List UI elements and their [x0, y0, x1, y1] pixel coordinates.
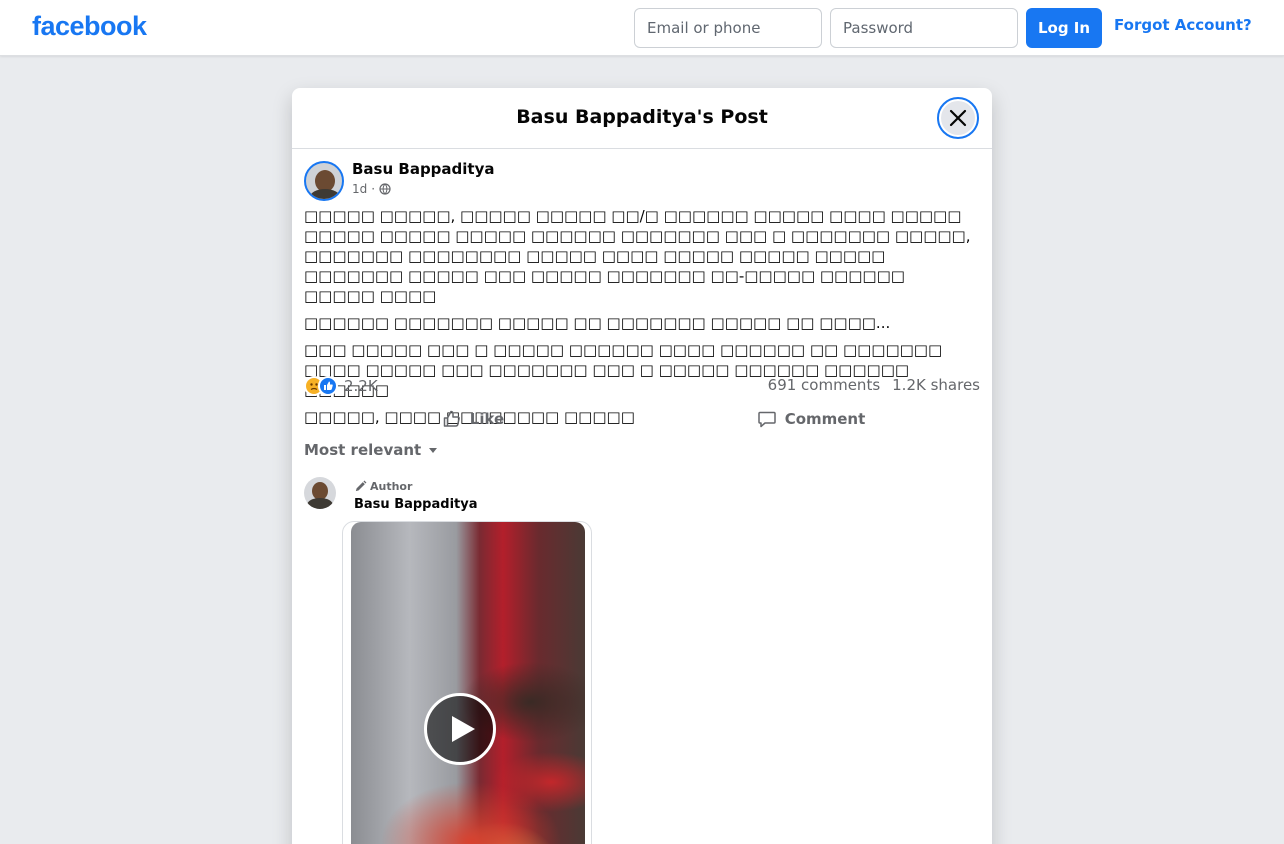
post-stats: 2.2K 691 comments 1.2K shares [304, 374, 980, 398]
reaction-count: 2.2K [344, 377, 378, 395]
comment-label: Comment [784, 410, 866, 428]
play-button[interactable] [424, 693, 496, 765]
post-dialog: Basu Bappaditya's Post Basu Bappaditya 1… [292, 88, 992, 844]
post-paragraph: □□□□□ □□□□□, □□□□□ □□□□□ □□/□ □□□□□□ □□□… [304, 207, 971, 305]
post-text: □□□□□ □□□□□, □□□□□ □□□□□ □□/□ □□□□□□ □□□… [304, 206, 980, 434]
play-icon [451, 716, 475, 742]
post-meta: 1d · [352, 182, 391, 196]
password-input[interactable] [830, 8, 1018, 48]
comment-author-name[interactable]: Basu Bappaditya [354, 497, 478, 512]
reactions-summary[interactable]: 2.2K [304, 376, 378, 396]
comment-icon [757, 411, 776, 428]
comment-sort-dropdown[interactable]: Most relevant [304, 441, 439, 459]
post-paragraph: □□□□□□ □□□□□□□ □□□□□ □□ □□□□□□□ □□□□□ □□… [304, 314, 891, 332]
close-button[interactable] [937, 97, 979, 139]
email-input[interactable] [634, 8, 822, 48]
post-actions: Like Comment [304, 402, 980, 436]
forgot-account-link[interactable]: Forgot Account? [1114, 16, 1252, 34]
shares-count[interactable]: 1.2K shares [892, 376, 980, 394]
video-thumbnail[interactable] [351, 522, 585, 844]
like-button[interactable]: Like [304, 402, 642, 436]
sort-label: Most relevant [304, 441, 422, 459]
facebook-logo[interactable]: facebook [32, 11, 147, 42]
engagement-counts: 691 comments 1.2K shares [768, 376, 980, 394]
thumbs-up-icon [443, 410, 460, 427]
author-badge-label: Author [370, 480, 413, 493]
author-avatar[interactable] [304, 161, 344, 201]
top-bar: facebook Log In Forgot Account? [0, 0, 1284, 56]
login-button[interactable]: Log In [1026, 8, 1102, 48]
like-label: Like [469, 410, 505, 428]
comment-author-avatar[interactable] [304, 477, 336, 509]
dialog-header: Basu Bappaditya's Post [292, 88, 992, 149]
post-time[interactable]: 1d [352, 182, 367, 196]
caret-down-icon [429, 448, 438, 453]
meta-separator: · [371, 182, 376, 196]
like-reaction-icon [318, 376, 338, 396]
globe-icon [379, 183, 391, 195]
comments-count[interactable]: 691 comments [768, 376, 880, 394]
comment-button[interactable]: Comment [642, 402, 980, 436]
close-icon [949, 109, 967, 127]
author-badge: Author [354, 480, 412, 493]
post-author-name[interactable]: Basu Bappaditya [352, 160, 495, 178]
pencil-icon [355, 480, 367, 492]
comment-video[interactable] [342, 521, 592, 844]
dialog-title: Basu Bappaditya's Post [516, 106, 768, 128]
